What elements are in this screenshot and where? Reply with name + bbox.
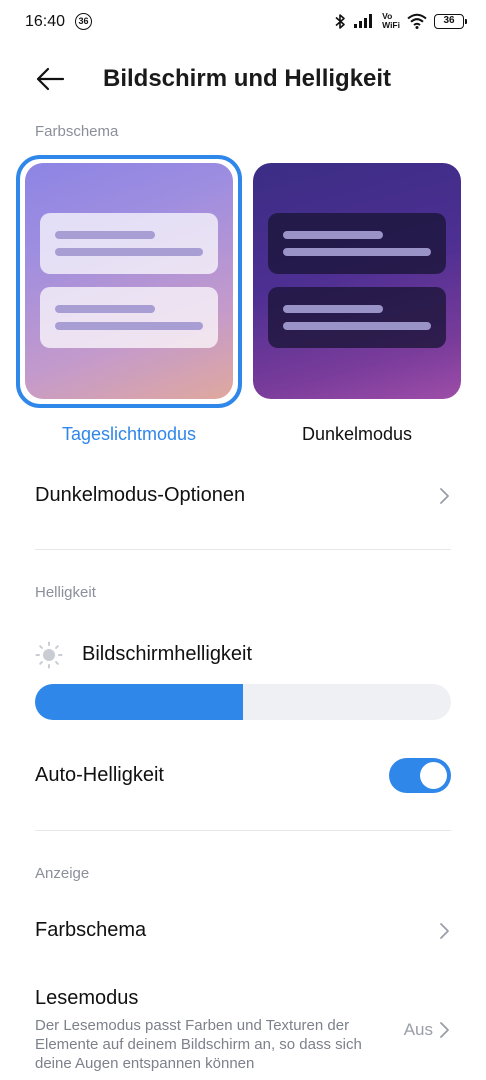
signal-icon xyxy=(354,14,373,28)
divider xyxy=(35,830,451,831)
battery-icon: 36 xyxy=(434,13,467,29)
status-bar: 16:40 36 Vo WiFi 36 xyxy=(0,0,486,46)
section-label-color-scheme: Farbschema xyxy=(35,123,119,140)
section-label-display: Anzeige xyxy=(35,865,90,882)
header: Bildschirm und Helligkeit xyxy=(0,55,486,103)
dark-mode-label[interactable]: Dunkelmodus xyxy=(253,424,461,445)
chevron-right-icon xyxy=(440,488,449,504)
brightness-slider-fill xyxy=(35,684,243,720)
bluetooth-icon xyxy=(335,13,345,29)
dark-mode-options-label: Dunkelmodus-Optionen xyxy=(35,484,246,506)
dark-mode-options-row[interactable]: Dunkelmodus-Optionen xyxy=(35,484,451,510)
reading-mode-title[interactable]: Lesemodus xyxy=(35,987,138,1010)
light-mode-preview[interactable] xyxy=(25,163,233,399)
color-scheme-label: Farbschema xyxy=(35,919,147,941)
status-icons: Vo WiFi 36 xyxy=(334,11,467,30)
auto-brightness-label: Auto-Helligkeit xyxy=(35,764,164,786)
color-scheme-row[interactable]: Farbschema xyxy=(35,919,451,945)
status-time: 16:40 xyxy=(25,13,66,30)
section-label-brightness: Helligkeit xyxy=(35,584,96,601)
reading-mode-description: Der Lesemodus passt Farben und Texturen … xyxy=(35,1017,362,1072)
preview-card xyxy=(40,287,218,348)
divider xyxy=(35,549,451,550)
chevron-right-icon[interactable] xyxy=(439,1021,451,1039)
preview-card xyxy=(268,287,446,348)
brightness-slider[interactable] xyxy=(35,684,451,720)
screen-brightness-label: Bildschirmhelligkeit xyxy=(82,643,253,665)
preview-card xyxy=(40,213,218,274)
auto-brightness-toggle[interactable] xyxy=(389,758,451,793)
chevron-right-icon xyxy=(440,923,449,939)
page-title: Bildschirm und Helligkeit xyxy=(103,65,392,92)
light-mode-label[interactable]: Tageslichtmodus xyxy=(25,424,233,445)
dark-mode-preview[interactable] xyxy=(253,163,461,399)
wifi-icon xyxy=(407,13,427,29)
arrow-left-icon[interactable] xyxy=(35,65,65,93)
volte-indicator: Vo WiFi xyxy=(382,11,400,30)
sun-icon xyxy=(35,641,63,669)
toggle-knob xyxy=(420,762,447,789)
notification-badge: 36 xyxy=(75,13,92,30)
preview-card xyxy=(268,213,446,274)
reading-mode-value: Aus xyxy=(403,1020,433,1039)
